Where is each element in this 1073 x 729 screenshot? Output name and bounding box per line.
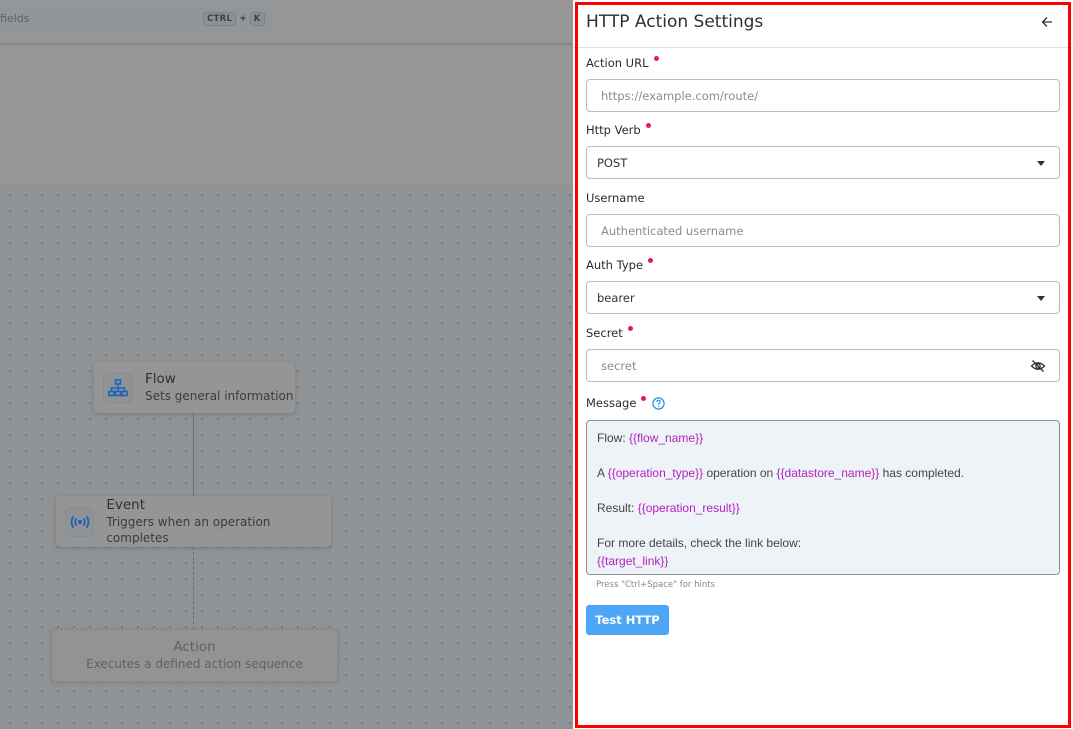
secret-field (573, 349, 1073, 382)
connector-flow-event (193, 413, 194, 496)
kbd-plus: + (239, 14, 247, 24)
broadcast-icon (65, 506, 95, 537)
back-button[interactable] (1037, 12, 1057, 32)
event-node-title: Event (106, 497, 146, 513)
username-label-text: Username (586, 191, 645, 205)
flow-node-subtitle: Sets general information (145, 389, 294, 403)
message-line: Flow: {{flow_name}} (597, 430, 1049, 448)
search-placeholder: fields (0, 12, 30, 25)
message-text: For more details, check the link below: (597, 536, 802, 550)
kbd-ctrl: CTRL (203, 12, 237, 26)
arrow-left-icon (1041, 17, 1052, 27)
template-variable: {{operation_type}} (607, 466, 704, 480)
message-text: Result: (597, 501, 638, 515)
search-bar[interactable]: fields CTRL + K (0, 4, 277, 34)
http-action-settings-panel: HTTP Action Settings Action URL Http Ver… (573, 0, 1073, 729)
username-input[interactable] (586, 214, 1060, 247)
secret-input[interactable] (586, 349, 1060, 382)
action-url-label-text: Action URL (586, 56, 649, 70)
required-indicator (648, 257, 654, 263)
message-text: has completed. (879, 466, 964, 480)
editor-hint: Press "Ctrl+Space" for hints (596, 580, 716, 590)
http-verb-select[interactable]: POST (586, 146, 1060, 179)
message-line: Result: {{operation_result}} (597, 500, 1049, 518)
auth-type-label: Auth Type (586, 257, 654, 272)
flow-canvas-area: fields CTRL + K Flow Sets general inform… (0, 0, 573, 729)
message-line: {{target_link}} (597, 553, 1049, 571)
caret-down-icon (1037, 296, 1045, 301)
action-node-placeholder[interactable]: Action Executes a defined action sequenc… (51, 629, 338, 682)
http-verb-label-text: Http Verb (586, 123, 641, 137)
toggle-visibility-button[interactable] (1030, 358, 1046, 374)
panel-header: HTTP Action Settings (573, 0, 1073, 48)
message-text: A (597, 466, 608, 480)
message-line (597, 483, 1049, 501)
required-indicator (641, 395, 647, 401)
action-url-label: Action URL (586, 55, 659, 70)
http-verb-value: POST (597, 155, 628, 170)
message-line (597, 448, 1049, 466)
required-indicator (645, 122, 651, 128)
search-shortcut: CTRL + K (203, 12, 265, 26)
top-bar: fields CTRL + K (0, 0, 573, 43)
message-text: operation on (703, 466, 777, 480)
canvas-header-area (0, 43, 573, 185)
panel-title: HTTP Action Settings (586, 12, 764, 32)
auth-type-label-text: Auth Type (586, 258, 644, 272)
auth-type-value: bearer (597, 290, 635, 305)
caret-down-icon (1037, 161, 1045, 166)
action-node-subtitle: Executes a defined action sequence (86, 657, 303, 671)
kbd-k: K (249, 12, 265, 26)
template-variable: {{operation_result}} (637, 501, 740, 515)
username-label: Username (586, 191, 645, 205)
message-label-text: Message (586, 396, 637, 410)
action-node-title: Action (173, 639, 216, 655)
flow-node-title: Flow (145, 371, 176, 387)
message-line: A {{operation_type}} operation on {{data… (597, 465, 1049, 483)
sitemap-icon (103, 372, 133, 403)
secret-label-text: Secret (586, 326, 623, 340)
auth-type-select[interactable]: bearer (586, 281, 1060, 314)
flow-node[interactable]: Flow Sets general information (94, 362, 295, 413)
event-node[interactable]: Event Triggers when an operation complet… (56, 496, 331, 547)
eye-off-icon (1030, 360, 1046, 372)
required-indicator (653, 55, 659, 61)
event-node-subtitle: Triggers when an operation completes (106, 515, 271, 545)
template-variable: {{target_link}} (597, 553, 669, 568)
message-text: Flow: (597, 431, 630, 445)
test-http-button[interactable]: Test HTTP (586, 605, 669, 635)
required-indicator (627, 325, 633, 331)
secret-label: Secret (586, 325, 633, 340)
message-line (597, 518, 1049, 536)
message-line: For more details, check the link below: (597, 535, 1049, 553)
http-verb-label: Http Verb (586, 122, 651, 137)
action-url-input[interactable] (586, 79, 1060, 112)
question-circle-icon[interactable] (652, 396, 666, 410)
connector-event-action (193, 547, 194, 629)
message-editor[interactable]: Flow: {{flow_name}} A {{operation_type}} … (586, 420, 1060, 575)
message-label: Message (586, 395, 666, 410)
template-variable: {{flow_name}} (629, 431, 704, 445)
template-variable: {{datastore_name}} (776, 466, 880, 480)
